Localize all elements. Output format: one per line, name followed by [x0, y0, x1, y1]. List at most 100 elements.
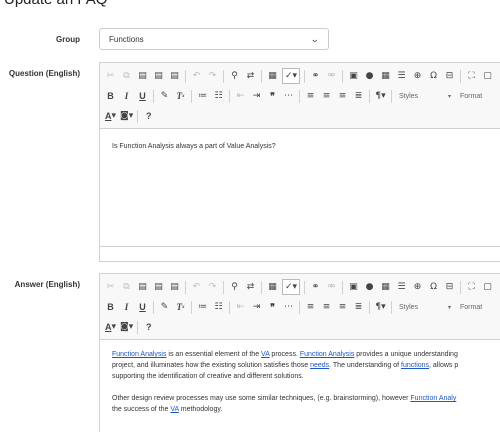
blockquote-icon[interactable]: ❞ [266, 299, 279, 315]
link-icon[interactable]: ⚭ [309, 279, 322, 295]
bulleted-list-icon[interactable]: ☷ [212, 88, 225, 104]
answer-content[interactable]: Function Analysis is an essential elemen… [100, 340, 500, 415]
table-icon[interactable]: ▦ [379, 68, 392, 84]
paste-text-icon[interactable]: ▤ [152, 279, 165, 295]
toolbar-separator [304, 69, 306, 83]
styles-combo[interactable]: Styles ▾ [396, 299, 454, 315]
help-icon[interactable]: ? [142, 108, 155, 124]
paste-word-icon[interactable]: ▤ [168, 279, 181, 295]
numbered-list-icon[interactable]: ≔ [196, 88, 209, 104]
div-icon[interactable]: ⋯ [282, 299, 295, 315]
div-icon[interactable]: ⋯ [282, 88, 295, 104]
italic-icon[interactable]: I [120, 299, 133, 315]
function-analysis-link[interactable]: Function Analy [410, 395, 456, 402]
redo-icon[interactable]: ↷ [206, 68, 219, 84]
function-analysis-link[interactable]: Function Analysis [112, 351, 166, 358]
underline-icon[interactable]: U [136, 88, 149, 104]
format-painter-icon[interactable]: ✎ [158, 299, 171, 315]
replace-icon[interactable]: ⇄ [244, 279, 257, 295]
link-icon[interactable]: ⚭ [309, 68, 322, 84]
justify-icon[interactable]: ≣ [352, 299, 365, 315]
select-all-icon[interactable]: ▦ [266, 279, 279, 295]
format-painter-icon[interactable]: ✎ [158, 88, 171, 104]
format-combo[interactable]: Format [457, 88, 485, 104]
maximize-icon[interactable]: ⛶ [465, 279, 478, 295]
spellcheck-icon[interactable]: ✓▾ [282, 68, 301, 84]
flash-icon[interactable]: ● [363, 68, 376, 84]
align-right-icon[interactable]: ≡ [336, 299, 349, 315]
cut-icon[interactable]: ✂ [104, 279, 117, 295]
remove-format-icon[interactable]: Tx [174, 299, 187, 315]
underline-icon[interactable]: U [136, 299, 149, 315]
answer-text: methodology. [178, 406, 223, 413]
globe-icon[interactable]: ⊕ [411, 279, 424, 295]
italic-icon[interactable]: I [120, 88, 133, 104]
replace-icon[interactable]: ⇄ [244, 68, 257, 84]
toolbar-separator [391, 300, 392, 314]
text-direction-icon[interactable]: ¶▾ [374, 299, 387, 315]
paste-icon[interactable]: ▤ [136, 68, 149, 84]
table-icon[interactable]: ▦ [379, 279, 392, 295]
copy-icon[interactable]: ⧉ [120, 279, 133, 295]
group-select[interactable]: Functions ⌄ [99, 28, 329, 50]
align-right-icon[interactable]: ≡ [336, 88, 349, 104]
toolbar-separator [137, 109, 139, 123]
redo-icon[interactable]: ↷ [206, 279, 219, 295]
align-center-icon[interactable]: ≡ [320, 299, 333, 315]
text-color-icon[interactable]: A ▾ [104, 108, 117, 124]
find-icon[interactable]: ⚲ [228, 68, 241, 84]
select-all-icon[interactable]: ▦ [266, 68, 279, 84]
bold-icon[interactable]: B [104, 88, 117, 104]
copy-icon[interactable]: ⧉ [120, 68, 133, 84]
remove-format-icon[interactable]: Tx [174, 88, 187, 104]
paste-icon[interactable]: ▤ [136, 279, 149, 295]
page-break-icon[interactable]: ⊟ [443, 279, 456, 295]
outdent-icon[interactable]: ⇤ [234, 88, 247, 104]
horizontal-line-icon[interactable]: ☰ [395, 279, 408, 295]
question-content[interactable]: Is Function Analysis always a part of Va… [100, 129, 500, 152]
image-icon[interactable]: ▣ [347, 279, 360, 295]
align-left-icon[interactable]: ≡ [304, 88, 317, 104]
bg-color-icon[interactable]: ◙▾ [120, 108, 133, 124]
unlink-icon[interactable]: ⚮ [325, 279, 338, 295]
functions-link[interactable]: functions [401, 362, 429, 369]
source-icon[interactable]: ▢ [481, 68, 494, 84]
styles-combo[interactable]: Styles ▾ [396, 88, 454, 104]
spellcheck-icon[interactable]: ✓▾ [282, 279, 301, 295]
text-direction-icon[interactable]: ¶▾ [374, 88, 387, 104]
horizontal-line-icon[interactable]: ☰ [395, 68, 408, 84]
undo-icon[interactable]: ↶ [190, 68, 203, 84]
bulleted-list-icon[interactable]: ☷ [212, 299, 225, 315]
blockquote-icon[interactable]: ❞ [266, 88, 279, 104]
outdent-icon[interactable]: ⇤ [234, 299, 247, 315]
format-combo[interactable]: Format [457, 299, 485, 315]
indent-icon[interactable]: ⇥ [250, 88, 263, 104]
globe-icon[interactable]: ⊕ [411, 68, 424, 84]
page-break-icon[interactable]: ⊟ [443, 68, 456, 84]
omega-icon[interactable]: Ω [427, 279, 440, 295]
align-center-icon[interactable]: ≡ [320, 88, 333, 104]
needs-link[interactable]: needs [310, 362, 329, 369]
maximize-icon[interactable]: ⛶ [465, 68, 478, 84]
justify-icon[interactable]: ≣ [352, 88, 365, 104]
align-left-icon[interactable]: ≡ [304, 299, 317, 315]
unlink-icon[interactable]: ⚮ [325, 68, 338, 84]
numbered-list-icon[interactable]: ≔ [196, 299, 209, 315]
help-icon[interactable]: ? [142, 319, 155, 335]
bg-color-icon[interactable]: ◙▾ [120, 319, 133, 335]
source-icon[interactable]: ▢ [481, 279, 494, 295]
find-icon[interactable]: ⚲ [228, 279, 241, 295]
function-analysis-link[interactable]: Function Analysis [300, 351, 354, 358]
paste-text-icon[interactable]: ▤ [152, 68, 165, 84]
va-link[interactable]: VA [170, 406, 178, 413]
omega-icon[interactable]: Ω [427, 68, 440, 84]
paste-word-icon[interactable]: ▤ [168, 68, 181, 84]
flash-icon[interactable]: ● [363, 279, 376, 295]
undo-icon[interactable]: ↶ [190, 279, 203, 295]
indent-icon[interactable]: ⇥ [250, 299, 263, 315]
cut-icon[interactable]: ✂ [104, 68, 117, 84]
text-color-icon[interactable]: A ▾ [104, 319, 117, 335]
bold-icon[interactable]: B [104, 299, 117, 315]
image-icon[interactable]: ▣ [347, 68, 360, 84]
toolbar-row-1: ✂ ⧉ ▤ ▤ ▤ ↶ ↷ ⚲ ⇄ ▦ ✓▾ ⚭ ⚮ ▣ ● ▦ ☰ ⊕ Ω ⊟ [104, 277, 500, 297]
